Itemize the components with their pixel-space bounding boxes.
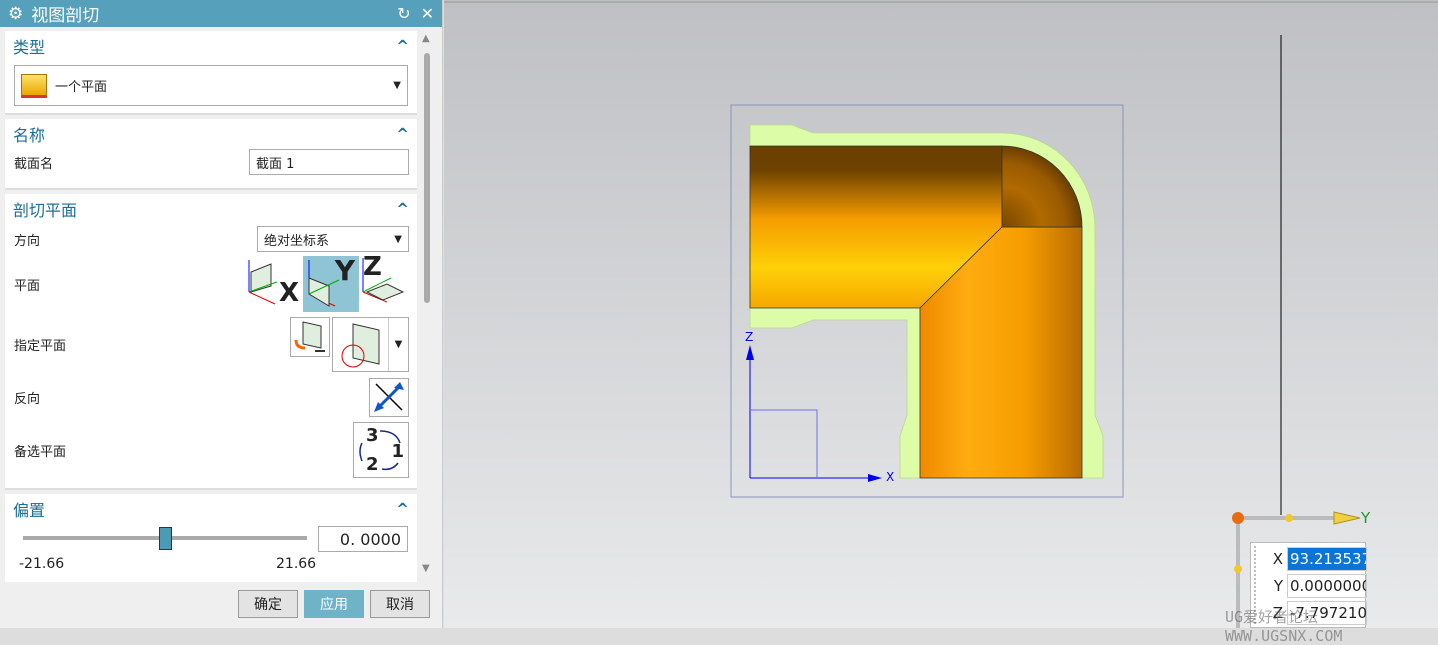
- triad-y-label: Y: [1361, 509, 1371, 527]
- scrollbar[interactable]: ▲ ▼: [420, 31, 436, 582]
- chevron-down-icon: ▼: [388, 317, 408, 371]
- z-arrow-icon: [746, 345, 754, 360]
- plane-dialog-button[interactable]: [290, 316, 330, 357]
- reverse-label: 反向: [14, 391, 41, 407]
- section-title: 名称: [13, 126, 46, 145]
- watermark: UG爱好者论坛 WWW.UGSNX.COM: [1225, 608, 1343, 645]
- plane-z-button[interactable]: Z: [361, 252, 409, 310]
- section-name-label: 截面名: [14, 156, 54, 172]
- offset-section: 偏置 ^ 0. 0000 -21.66 21.66: [5, 494, 417, 582]
- specify-plane-label: 指定平面: [14, 338, 67, 354]
- alt-number-3: 3: [366, 425, 379, 446]
- scrollbar-thumb[interactable]: [424, 53, 430, 303]
- offset-input[interactable]: 0. 0000: [318, 526, 408, 552]
- one-plane-icon: [21, 73, 47, 98]
- specify-plane-select[interactable]: ▼: [332, 316, 409, 372]
- triad-y-handle[interactable]: [1285, 514, 1293, 522]
- triad-origin-handle[interactable]: [1232, 512, 1244, 524]
- slider-min-label: -21.66: [19, 556, 65, 572]
- plane-y-button[interactable]: Y: [303, 254, 359, 312]
- section-title: 剖切平面: [13, 201, 78, 220]
- chevron-down-icon: ▼: [394, 233, 402, 245]
- type-select[interactable]: 一个平面 ▼: [14, 65, 408, 106]
- model-view: [444, 1, 1438, 628]
- y-coord-label: Y: [1273, 577, 1283, 595]
- plane-label: 平面: [14, 278, 41, 294]
- y-coord-input[interactable]: 0.0000000: [1287, 574, 1367, 598]
- triad-y-cone[interactable]: [1333, 511, 1361, 525]
- section-name-input[interactable]: 截面 1: [249, 149, 409, 175]
- gear-icon[interactable]: ⚙: [8, 4, 23, 24]
- type-value: 一个平面: [55, 80, 108, 95]
- section-title: 类型: [13, 38, 46, 57]
- alternate-plane-label: 备选平面: [14, 444, 67, 460]
- reverse-direction-icon: [374, 382, 404, 412]
- direction-value: 绝对坐标系: [264, 233, 330, 249]
- x-arrow-icon: [868, 474, 882, 482]
- view-section-dialog: ⚙ 视图剖切 ↻ ✕ 类型 ^ 一个平面 ▼ 名称 ^ 截面名 截面 1 剖切平面 ^…: [0, 0, 443, 628]
- plane-dialog-icon: [294, 320, 325, 352]
- direction-select[interactable]: 绝对坐标系 ▼: [257, 226, 409, 252]
- alt-number-2: 2: [366, 454, 379, 475]
- type-section: 类型 ^ 一个平面 ▼: [5, 31, 417, 115]
- collapse-icon[interactable]: ^: [396, 125, 409, 143]
- name-section: 名称 ^ 截面名 截面 1: [5, 119, 417, 190]
- ok-button[interactable]: 确定: [238, 590, 298, 618]
- collapse-icon[interactable]: ^: [396, 500, 409, 518]
- plane-x-letter: X: [278, 278, 299, 308]
- close-icon[interactable]: ✕: [421, 4, 434, 23]
- plane-y-letter: Y: [334, 254, 355, 287]
- plane-z-letter: Z: [363, 252, 382, 282]
- collapse-icon[interactable]: ^: [396, 200, 409, 218]
- collapse-icon[interactable]: ^: [396, 37, 409, 55]
- dialog-title: 视图剖切: [31, 6, 100, 26]
- graphics-viewport[interactable]: Z X Y: [444, 0, 1438, 628]
- section-title: 偏置: [13, 501, 46, 520]
- alternate-plane-button[interactable]: 3 1 2: [353, 422, 409, 478]
- wcs-plane-square: [750, 409, 818, 478]
- triad-z-handle[interactable]: [1234, 565, 1242, 573]
- offset-slider-thumb[interactable]: [159, 527, 172, 550]
- plane-circle-icon: [341, 323, 380, 368]
- dialog-content: 类型 ^ 一个平面 ▼ 名称 ^ 截面名 截面 1 剖切平面 ^ 方向 绝对坐标系 ▼ …: [5, 31, 417, 582]
- slider-max-label: 21.66: [276, 556, 317, 572]
- cancel-button[interactable]: 取消: [370, 590, 430, 618]
- reverse-direction-button[interactable]: [369, 377, 409, 417]
- x-coord-label: X: [1272, 550, 1283, 568]
- direction-label: 方向: [14, 233, 41, 249]
- alt-number-1: 1: [391, 441, 404, 462]
- dialog-titlebar: ⚙ 视图剖切 ↻ ✕: [0, 0, 442, 27]
- cut-plane-section: 剖切平面 ^ 方向 绝对坐标系 ▼ 平面 X Y Z 指定平面 ▼ 反向 备选平面 …: [5, 194, 417, 490]
- reset-icon[interactable]: ↻: [397, 4, 410, 23]
- z-axis-label: Z: [745, 330, 754, 344]
- x-coord-input[interactable]: 93.213537: [1287, 547, 1367, 571]
- plane-x-button[interactable]: X: [247, 256, 301, 310]
- elbow-bore: [1001, 145, 1083, 228]
- x-axis-label: X: [886, 470, 895, 484]
- scroll-down-icon[interactable]: ▼: [422, 563, 430, 574]
- apply-button[interactable]: 应用: [304, 590, 364, 618]
- chevron-down-icon: ▼: [393, 80, 401, 91]
- scroll-up-icon[interactable]: ▲: [422, 33, 430, 44]
